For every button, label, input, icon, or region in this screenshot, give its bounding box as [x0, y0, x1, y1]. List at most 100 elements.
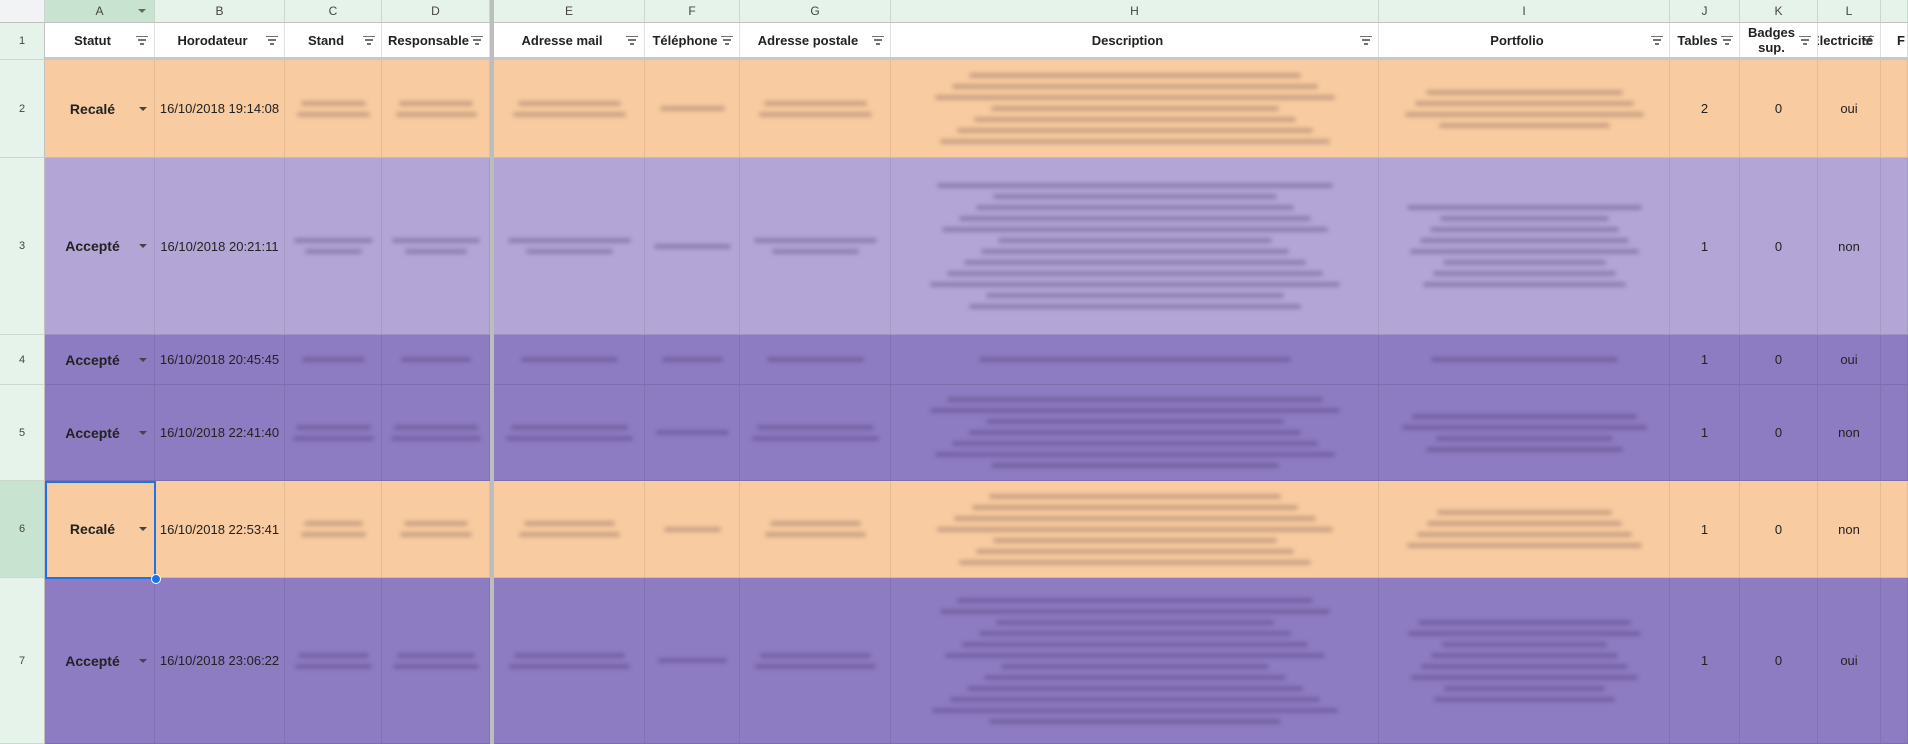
dropdown-arrow-icon[interactable] — [139, 244, 147, 248]
cell-email[interactable] — [494, 385, 645, 481]
header-electricite[interactable]: Electricité — [1818, 23, 1881, 60]
column-header-i[interactable]: I — [1379, 0, 1670, 23]
cell-horodateur[interactable]: 16/10/2018 23:06:22 — [155, 578, 285, 744]
cell-statut[interactable]: Recalé — [45, 60, 155, 158]
cell-responsable[interactable] — [382, 481, 490, 578]
cell-tables[interactable]: 1 — [1670, 481, 1740, 578]
dropdown-arrow-icon[interactable] — [139, 357, 147, 362]
cell-tel[interactable] — [645, 60, 740, 158]
cell-badges[interactable]: 0 — [1740, 385, 1818, 481]
cell-electricite[interactable]: oui — [1818, 335, 1881, 385]
cell-email[interactable] — [494, 578, 645, 744]
cell-statut[interactable]: Accepté — [45, 158, 155, 335]
cell-portfolio[interactable] — [1379, 481, 1670, 578]
cell-tables[interactable]: 2 — [1670, 60, 1740, 158]
cell-tables[interactable]: 1 — [1670, 385, 1740, 481]
column-menu-icon[interactable] — [138, 9, 146, 13]
cell-electricite[interactable]: non — [1818, 158, 1881, 335]
cell-badges[interactable]: 0 — [1740, 60, 1818, 158]
filter-icon[interactable] — [872, 36, 884, 45]
cell-horodateur[interactable]: 16/10/2018 19:14:08 — [155, 60, 285, 158]
filter-icon[interactable] — [1721, 36, 1733, 45]
cell-statut[interactable]: Recalé — [45, 481, 155, 578]
cell-tel[interactable] — [645, 578, 740, 744]
cell-next[interactable] — [1881, 335, 1908, 385]
cell-desc[interactable] — [891, 60, 1379, 158]
filter-icon[interactable] — [1360, 36, 1372, 45]
column-header-j[interactable]: J — [1670, 0, 1740, 23]
fill-handle[interactable] — [151, 574, 161, 584]
dropdown-arrow-icon[interactable] — [139, 106, 147, 111]
filter-icon[interactable] — [1651, 36, 1663, 45]
cell-stand[interactable] — [285, 335, 382, 385]
cell-electricite[interactable]: oui — [1818, 60, 1881, 158]
cell-email[interactable] — [494, 60, 645, 158]
cell-stand[interactable] — [285, 158, 382, 335]
cell-tel[interactable] — [645, 335, 740, 385]
cell-desc[interactable] — [891, 158, 1379, 335]
cell-stand[interactable] — [285, 385, 382, 481]
header-telephone[interactable]: Téléphone — [645, 23, 740, 60]
cell-portfolio[interactable] — [1379, 335, 1670, 385]
header-statut[interactable]: Statut — [45, 23, 155, 60]
cell-statut[interactable]: Accepté — [45, 578, 155, 744]
cell-portfolio[interactable] — [1379, 385, 1670, 481]
header-portfolio[interactable]: Portfolio — [1379, 23, 1670, 60]
cell-next[interactable] — [1881, 158, 1908, 335]
row-header[interactable]: 1 — [0, 23, 45, 60]
cell-electricite[interactable]: non — [1818, 481, 1881, 578]
filter-icon[interactable] — [363, 36, 375, 45]
row-header[interactable]: 3 — [0, 158, 45, 335]
column-header-h[interactable]: H — [891, 0, 1379, 23]
filter-icon[interactable] — [626, 36, 638, 45]
cell-responsable[interactable] — [382, 60, 490, 158]
cell-next[interactable] — [1881, 385, 1908, 481]
row-header[interactable]: 4 — [0, 335, 45, 385]
cell-desc[interactable] — [891, 335, 1379, 385]
cell-horodateur[interactable]: 16/10/2018 20:21:11 — [155, 158, 285, 335]
filter-icon[interactable] — [136, 36, 148, 45]
row-header[interactable]: 7 — [0, 578, 45, 744]
cell-responsable[interactable] — [382, 385, 490, 481]
cell-statut[interactable]: Accepté — [45, 335, 155, 385]
cell-stand[interactable] — [285, 578, 382, 744]
cell-badges[interactable]: 0 — [1740, 481, 1818, 578]
header-horodateur[interactable]: Horodateur — [155, 23, 285, 60]
cell-horodateur[interactable]: 16/10/2018 22:41:40 — [155, 385, 285, 481]
dropdown-arrow-icon[interactable] — [139, 527, 147, 531]
cell-next[interactable] — [1881, 481, 1908, 578]
filter-icon[interactable] — [471, 36, 483, 45]
cell-portfolio[interactable] — [1379, 60, 1670, 158]
cell-email[interactable] — [494, 481, 645, 578]
cell-electricite[interactable]: non — [1818, 385, 1881, 481]
column-header-d[interactable]: D — [382, 0, 490, 23]
cell-badges[interactable]: 0 — [1740, 158, 1818, 335]
row-header-selected[interactable]: 6 — [0, 481, 45, 578]
filter-icon[interactable] — [1799, 36, 1811, 45]
cell-tables[interactable]: 1 — [1670, 335, 1740, 385]
cell-electricite[interactable]: oui — [1818, 578, 1881, 744]
header-next-truncated[interactable]: F — [1881, 23, 1908, 60]
cell-desc[interactable] — [891, 385, 1379, 481]
cell-responsable[interactable] — [382, 335, 490, 385]
cell-stand[interactable] — [285, 60, 382, 158]
cell-stand[interactable] — [285, 481, 382, 578]
column-header-l[interactable]: L — [1818, 0, 1881, 23]
column-header-m[interactable] — [1881, 0, 1908, 23]
cell-badges[interactable]: 0 — [1740, 335, 1818, 385]
column-header-c[interactable]: C — [285, 0, 382, 23]
cell-postal[interactable] — [740, 385, 891, 481]
cell-tables[interactable]: 1 — [1670, 578, 1740, 744]
header-badges[interactable]: Badges sup. — [1740, 23, 1818, 60]
cell-next[interactable] — [1881, 578, 1908, 744]
row-header[interactable]: 2 — [0, 60, 45, 158]
cell-tel[interactable] — [645, 158, 740, 335]
row-header[interactable]: 5 — [0, 385, 45, 481]
cell-tables[interactable]: 1 — [1670, 158, 1740, 335]
frozen-column-divider[interactable] — [490, 0, 494, 744]
dropdown-arrow-icon[interactable] — [139, 658, 147, 663]
cell-badges[interactable]: 0 — [1740, 578, 1818, 744]
cell-tel[interactable] — [645, 385, 740, 481]
column-header-f[interactable]: F — [645, 0, 740, 23]
filter-icon[interactable] — [721, 36, 733, 45]
